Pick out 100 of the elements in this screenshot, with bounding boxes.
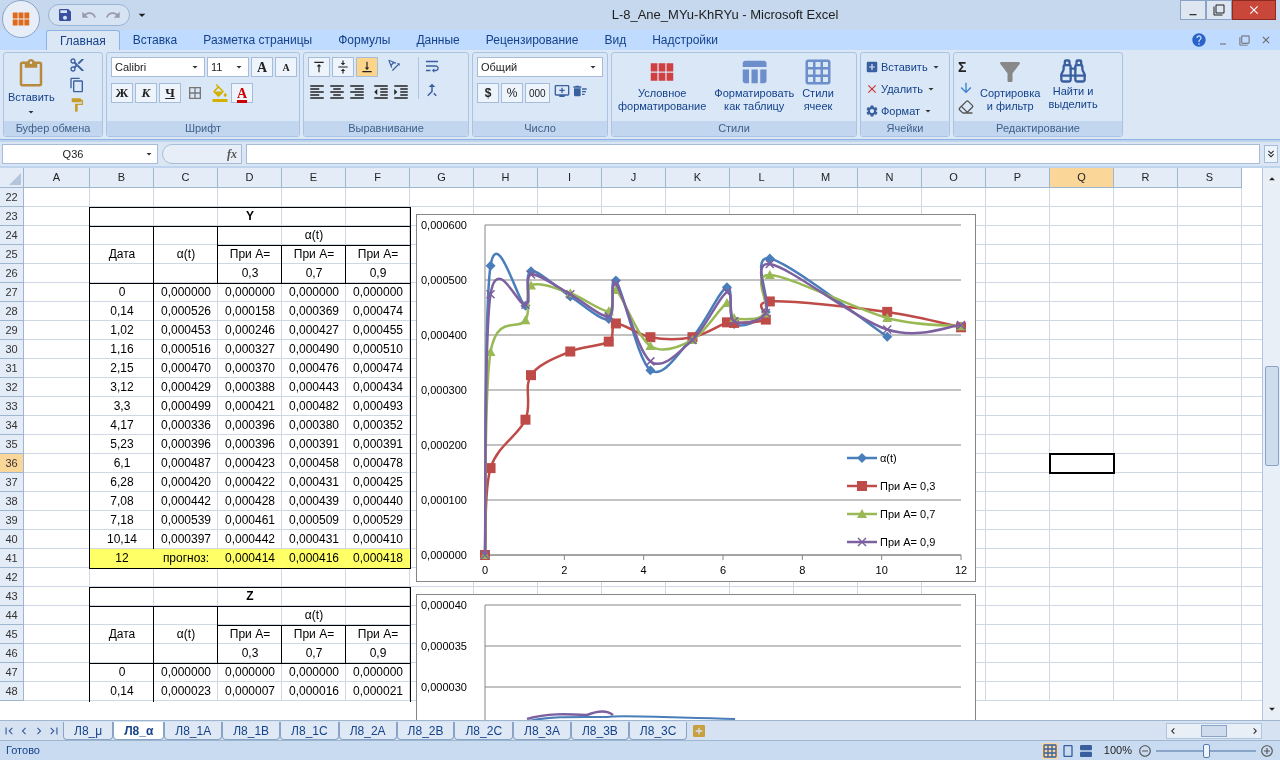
- table-cell-text: 0,9: [368, 645, 388, 663]
- group-label: Число: [524, 123, 556, 134]
- table-cell-text: 0,000410: [351, 531, 405, 549]
- table-cell-text: 1,02: [109, 322, 135, 340]
- table-cell-text: 0,14: [109, 683, 135, 701]
- table-cell-text: 7,08: [109, 493, 135, 511]
- table-cell-text: 0,000455: [351, 322, 405, 340]
- table-cell: 0,000418: [346, 548, 410, 568]
- table-cell-text: 0,000443: [287, 379, 341, 397]
- table-cell-text: 0,000352: [351, 417, 405, 435]
- table-cell-text: 0,000391: [287, 436, 341, 454]
- axis-tick-label: 0,000400: [421, 328, 467, 341]
- table-cell-text: 0,000474: [351, 303, 405, 321]
- table-cell-text: При А=: [228, 246, 272, 264]
- status-text: Готово: [6, 743, 40, 759]
- table-cell-text: 0,000499: [159, 398, 213, 416]
- table-cell-text: 0,000023: [159, 683, 213, 701]
- table-cell-text: α(t): [303, 607, 325, 625]
- table-cell-text: α(t): [175, 246, 197, 264]
- table-cell: 12: [90, 548, 154, 568]
- table-cell-text: 0,000396: [223, 436, 277, 454]
- table-cell-text: 0: [117, 664, 127, 682]
- table-cell-text: 0,000000: [223, 284, 277, 302]
- table-cell-text: 0,000425: [351, 474, 405, 492]
- table-cell-text: При А=: [356, 246, 400, 264]
- group-label: Ячейки: [886, 123, 924, 134]
- table-cell-text: 0,000396: [223, 417, 277, 435]
- table-cell-text: 0,000000: [159, 284, 213, 302]
- axis-tick-label: 8: [799, 563, 806, 576]
- table-cell-text: 0,000442: [159, 493, 213, 511]
- axis-tick-label: 0: [481, 563, 489, 576]
- table-cell-text: 5,23: [109, 436, 135, 454]
- table-cell: 0,000414: [218, 548, 282, 568]
- axis-tick-label: 0,000040: [421, 598, 467, 611]
- table-cell-text: При А=: [292, 246, 336, 264]
- group-label: Редактирование: [996, 123, 1080, 134]
- axis-tick-label: 0,000035: [421, 639, 467, 652]
- table-cell-text: 0,000434: [351, 379, 405, 397]
- table-cell-text: 6,1: [112, 455, 132, 473]
- table-cell-text: 0,000476: [287, 360, 341, 378]
- table-cell-text: 0,000478: [351, 455, 405, 473]
- window-title: L-8_Ane_MYu-KhRYu - Microsoft Excel: [611, 6, 839, 25]
- table-cell-text: 0,000539: [159, 512, 213, 530]
- group-label: Шрифт: [184, 123, 222, 134]
- table-cell-text: 0,3: [240, 645, 260, 663]
- table-cell-text: 0,000482: [287, 398, 341, 416]
- table-cell-text: 0,000487: [159, 455, 213, 473]
- group-label: Выравнивание: [348, 123, 424, 134]
- table-cell-text: α(t): [175, 626, 197, 644]
- axis-tick-label: 12: [954, 563, 968, 576]
- table-cell-text: 0,000439: [287, 493, 341, 511]
- table-cell-text: 0,000007: [223, 683, 277, 701]
- table-cell-text: 2,15: [109, 360, 135, 378]
- axis-tick-label: 0,000000: [421, 548, 467, 561]
- table-cell-text: 0,000442: [223, 531, 277, 549]
- table-cell-text: 0,000458: [287, 455, 341, 473]
- axis-tick-label: 0,000100: [421, 493, 467, 506]
- table-cell-text: 0,14: [109, 303, 135, 321]
- table-cell-text: 0,000420: [159, 474, 213, 492]
- table-cell-text: 0,000516: [159, 341, 213, 359]
- table-cell-text: 0,000000: [287, 284, 341, 302]
- table-cell-text: 0,000396: [159, 436, 213, 454]
- table-cell-text: 0,000370: [223, 360, 277, 378]
- group-label: Стили: [718, 123, 750, 134]
- table-cell-text: 0,000490: [287, 341, 341, 359]
- axis-tick-label: 0,000300: [421, 383, 467, 396]
- table-cell-text: Z: [245, 588, 255, 606]
- table-cell-text: 0,000429: [159, 379, 213, 397]
- table-cell-text: 0,000369: [287, 303, 341, 321]
- table-cell-text: 0,000388: [223, 379, 277, 397]
- table-cell-text: 0,000021: [351, 683, 405, 701]
- table-cell-text: 0,000391: [351, 436, 405, 454]
- table-cell-text: 0,3: [240, 265, 260, 283]
- table-cell-text: 0,000431: [287, 531, 341, 549]
- table-cell-text: 0,000431: [287, 474, 341, 492]
- table-cell-text: 0,9: [368, 265, 388, 283]
- table-cell-text: 7,18: [109, 512, 135, 530]
- table-cell-text: 0,000000: [351, 284, 405, 302]
- table-cell-text: 0,000428: [223, 493, 277, 511]
- table-cell-text: 6,28: [109, 474, 135, 492]
- axis-tick-label: 0,000030: [421, 680, 467, 693]
- table-cell-text: 0,000510: [351, 341, 405, 359]
- table-cell-text: 0,000423: [223, 455, 277, 473]
- table-cell-text: 0,000000: [287, 664, 341, 682]
- axis-tick-label: 0,000500: [421, 273, 467, 286]
- table-cell-text: 0,000000: [223, 664, 277, 682]
- legend-label: α(t): [880, 451, 897, 464]
- table-cell-text: Дата: [107, 246, 137, 264]
- table-cell-text: 0,000453: [159, 322, 213, 340]
- table-cell-text: 0,000397: [159, 531, 213, 549]
- table-cell-text: 0,000461: [223, 512, 277, 530]
- axis-tick-label: 0,000600: [421, 218, 467, 231]
- table-cell-text: 0,000327: [223, 341, 277, 359]
- table-cell-text: 0,000000: [351, 664, 405, 682]
- legend-label: При А= 0,9: [880, 535, 936, 548]
- table-cell-text: 0,000440: [351, 493, 405, 511]
- table-cell: прогноз:: [154, 548, 218, 568]
- table-cell: 0,000416: [282, 548, 346, 568]
- legend-label: При А= 0,3: [880, 479, 936, 492]
- table-cell-text: При А=: [356, 626, 400, 644]
